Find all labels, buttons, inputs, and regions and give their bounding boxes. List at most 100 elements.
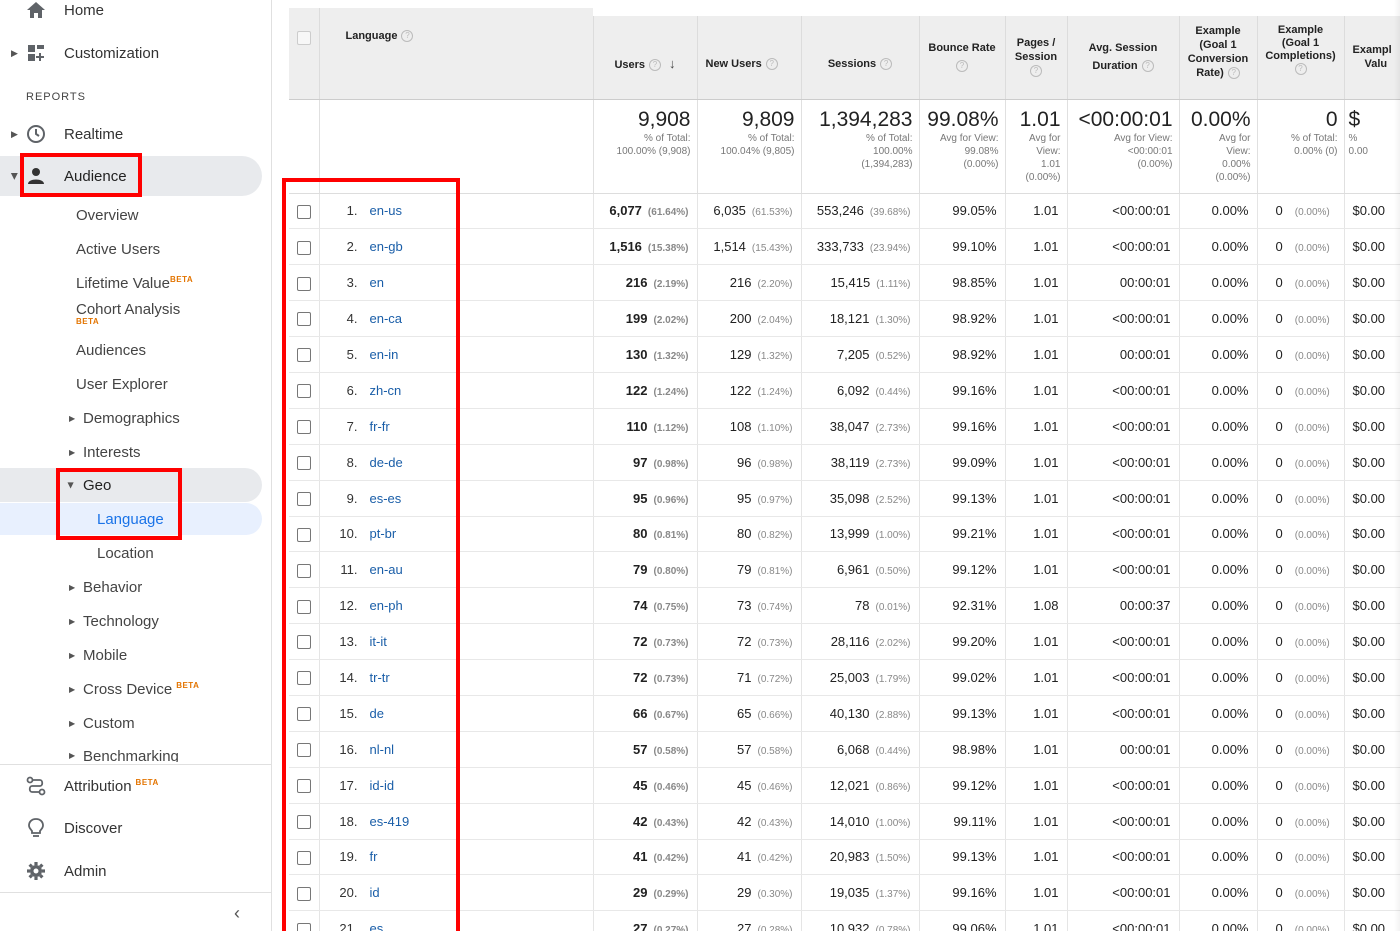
- help-icon[interactable]: ?: [1141, 60, 1154, 73]
- language-link[interactable]: en-ph: [370, 598, 403, 613]
- language-link[interactable]: en: [370, 275, 384, 290]
- language-cell: 17. id-id: [319, 767, 594, 804]
- nav-home[interactable]: Home: [0, 0, 271, 30]
- language-link[interactable]: en-au: [370, 562, 403, 577]
- nav-realtime[interactable]: ▶ Realtime: [0, 114, 271, 154]
- language-link[interactable]: tr-tr: [370, 670, 390, 685]
- sessions-cell: 553,246 (39.68%): [801, 193, 920, 230]
- row-select-cell: [289, 803, 320, 840]
- new-users-percent: (0.42%): [757, 853, 793, 865]
- row-checkbox[interactable]: [297, 348, 311, 363]
- row-checkbox[interactable]: [297, 635, 311, 650]
- row-checkbox[interactable]: [297, 527, 311, 542]
- row-select-cell: [289, 839, 320, 876]
- row-checkbox[interactable]: [297, 743, 311, 758]
- nav-benchmarking[interactable]: ▶ Benchmarking: [0, 740, 271, 762]
- sessions-value: 6,961: [836, 562, 870, 578]
- row-checkbox[interactable]: [297, 814, 311, 829]
- row-checkbox[interactable]: [297, 420, 311, 435]
- language-link[interactable]: es-es: [370, 491, 402, 506]
- help-icon[interactable]: ?: [765, 58, 778, 71]
- help-icon[interactable]: ?: [880, 58, 893, 71]
- row-checkbox[interactable]: [297, 312, 311, 327]
- language-link[interactable]: pt-br: [370, 526, 397, 541]
- column-header-sessions[interactable]: Sessions?: [801, 0, 920, 100]
- nav-geo[interactable]: ▶ Geo: [0, 468, 271, 502]
- language-link[interactable]: id: [370, 885, 380, 900]
- row-checkbox[interactable]: [297, 204, 311, 219]
- language-link[interactable]: en-in: [370, 347, 399, 362]
- help-icon[interactable]: ?: [1030, 65, 1042, 78]
- nav-geo-label: Geo: [83, 476, 112, 494]
- row-checkbox[interactable]: [297, 276, 311, 291]
- nav-location[interactable]: Location: [0, 536, 271, 570]
- help-icon[interactable]: ?: [649, 58, 662, 71]
- language-link[interactable]: en-gb: [370, 239, 403, 254]
- row-checkbox[interactable]: [297, 707, 311, 722]
- language-link[interactable]: es-419: [370, 814, 410, 829]
- row-checkbox[interactable]: [297, 922, 311, 931]
- nav-overview[interactable]: Overview: [0, 198, 271, 232]
- row-checkbox[interactable]: [297, 563, 311, 578]
- column-header-goal-completions[interactable]: Example (Goal 1 Completions)?: [1257, 0, 1345, 100]
- conversion-rate-cell: 0.00%: [1179, 803, 1258, 840]
- help-icon[interactable]: ?: [1227, 67, 1240, 80]
- language-link[interactable]: en-ca: [370, 311, 403, 326]
- nav-admin[interactable]: Admin: [0, 851, 271, 891]
- column-header-goal-value[interactable]: Exampl Valu: [1344, 0, 1400, 100]
- row-checkbox[interactable]: [297, 599, 311, 614]
- nav-discover[interactable]: Discover: [0, 808, 271, 848]
- language-link[interactable]: fr: [370, 849, 378, 864]
- row-checkbox[interactable]: [297, 886, 311, 901]
- language-link[interactable]: it-it: [370, 634, 387, 649]
- row-checkbox[interactable]: [297, 671, 311, 686]
- language-link[interactable]: zh-cn: [370, 383, 402, 398]
- language-link[interactable]: de: [370, 706, 384, 721]
- nav-custom[interactable]: ▶ Custom: [0, 706, 271, 740]
- language-link[interactable]: id-id: [370, 778, 395, 793]
- nav-audience[interactable]: ▶ Audience: [0, 156, 271, 196]
- row-checkbox[interactable]: [297, 384, 311, 399]
- sort-descending-icon[interactable]: ↓: [669, 56, 676, 71]
- row-checkbox[interactable]: [297, 778, 311, 793]
- column-header-users[interactable]: Users? ↓: [593, 0, 698, 100]
- nav-technology[interactable]: ▶ Technology: [0, 604, 271, 638]
- help-icon[interactable]: ?: [401, 30, 414, 43]
- language-link[interactable]: de-de: [370, 455, 403, 470]
- column-header-avg-session-duration[interactable]: Avg. Session Duration?: [1067, 0, 1180, 100]
- column-header-new-users[interactable]: New Users?: [697, 0, 802, 100]
- language-cell: 7. fr-fr: [319, 408, 594, 445]
- nav-language[interactable]: Language: [0, 502, 271, 536]
- nav-mobile[interactable]: ▶ Mobile: [0, 638, 271, 672]
- language-link[interactable]: es: [370, 921, 384, 931]
- nav-behavior[interactable]: ▶ Behavior: [0, 570, 271, 604]
- help-icon[interactable]: ?: [956, 60, 968, 73]
- nav-demographics[interactable]: ▶ Demographics: [0, 401, 271, 435]
- nav-customization[interactable]: ▶ Customization: [0, 33, 271, 73]
- row-checkbox[interactable]: [297, 850, 311, 865]
- nav-cross-device[interactable]: ▶ Cross Device BETA: [0, 672, 271, 706]
- language-link[interactable]: nl-nl: [370, 742, 395, 757]
- sessions-cell: 10,932 (0.78%): [801, 910, 920, 931]
- help-icon[interactable]: ?: [1294, 63, 1307, 76]
- column-header-bounce-rate[interactable]: Bounce Rate?: [919, 0, 1006, 100]
- row-checkbox[interactable]: [297, 240, 311, 255]
- nav-audiences[interactable]: Audiences: [0, 333, 271, 367]
- nav-user-explorer[interactable]: User Explorer: [0, 367, 271, 401]
- collapse-sidebar-button[interactable]: ‹: [234, 903, 240, 924]
- column-header-conversion-rate[interactable]: Example (Goal 1 Conversion Rate)?: [1179, 0, 1258, 100]
- nav-interests[interactable]: ▶ Interests: [0, 435, 271, 469]
- nav-cohort-analysis[interactable]: Cohort Analysis BETA: [0, 294, 271, 334]
- row-checkbox[interactable]: [297, 455, 311, 470]
- nav-attribution[interactable]: Attribution BETA: [0, 766, 271, 806]
- total-sessions: 1,394,283% of Total: 100.00% (1,394,283): [801, 99, 920, 194]
- column-header-language[interactable]: Language?: [319, 8, 594, 100]
- completions-percent: (0.00%): [1294, 638, 1330, 650]
- select-all-checkbox[interactable]: [296, 31, 311, 46]
- new-users-value: 122: [729, 382, 752, 398]
- language-link[interactable]: fr-fr: [370, 419, 390, 434]
- column-header-pages-session[interactable]: Pages / Session?: [1005, 0, 1068, 100]
- row-checkbox[interactable]: [297, 491, 311, 506]
- language-link[interactable]: en-us: [370, 203, 403, 218]
- nav-active-users[interactable]: Active Users: [0, 232, 271, 266]
